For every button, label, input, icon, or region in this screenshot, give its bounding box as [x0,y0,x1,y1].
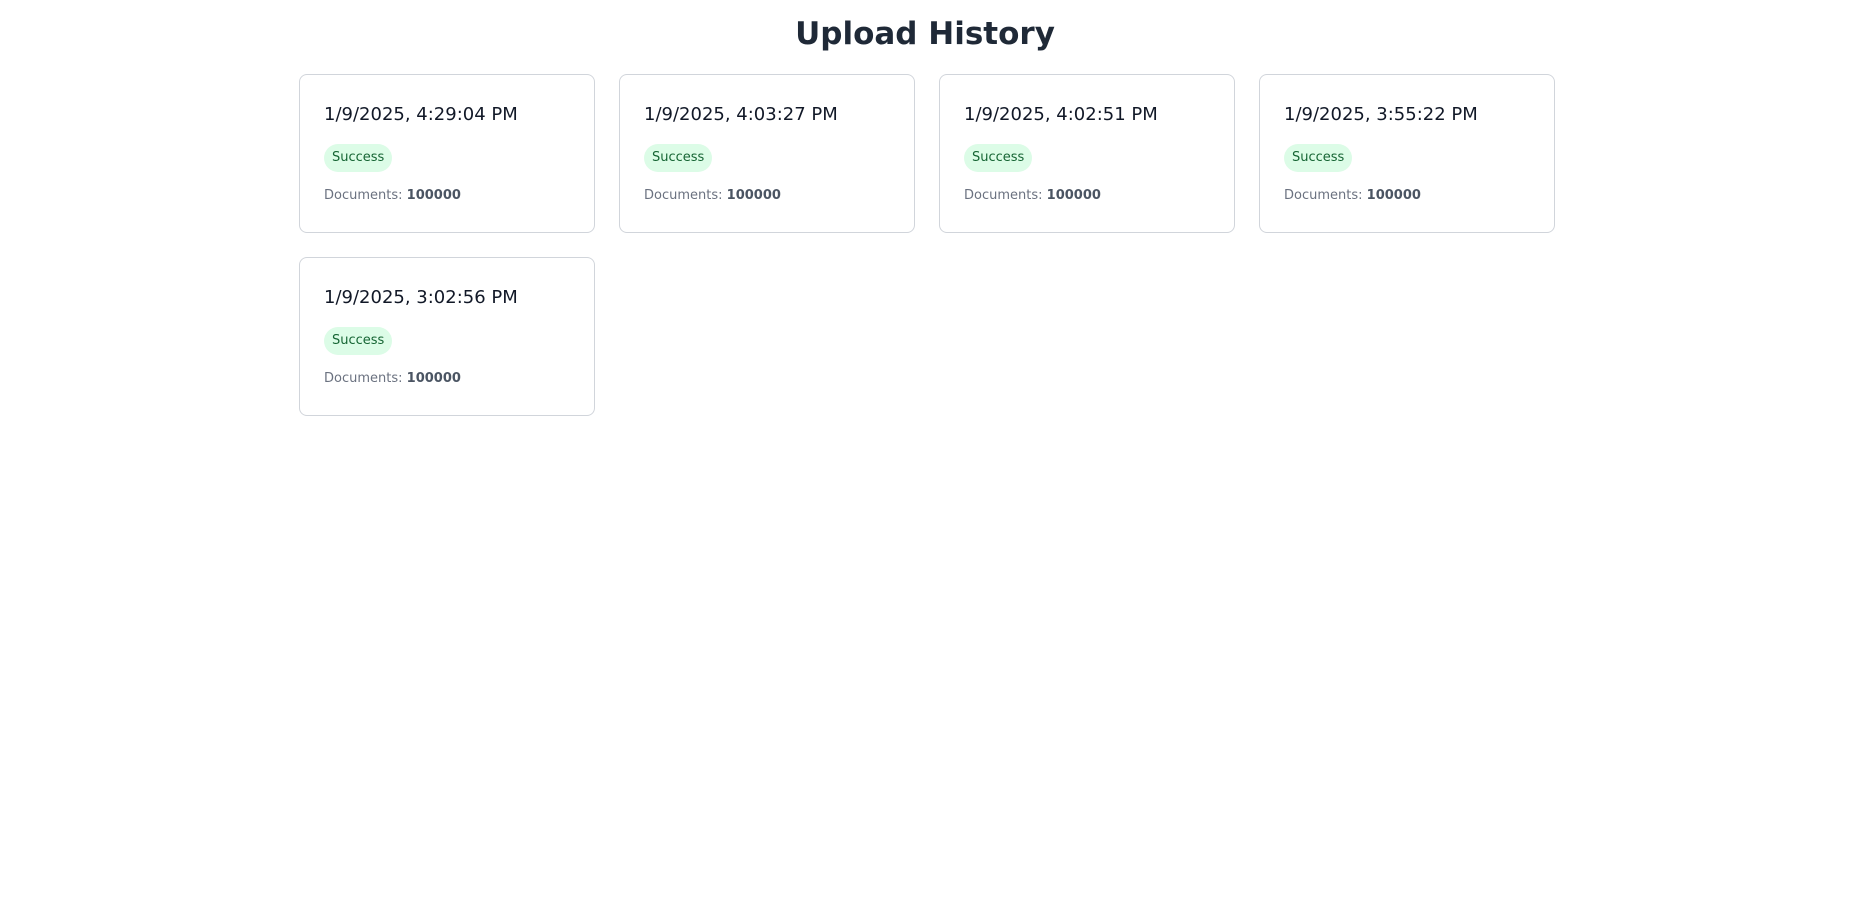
documents-label: Documents: [644,188,723,203]
documents-count: 100000 [406,371,461,386]
documents-count: 100000 [1366,188,1421,203]
upload-card[interactable]: 1/9/2025, 3:02:56 PM Success Documents: … [299,257,595,416]
documents-line: Documents: 100000 [1284,187,1421,205]
upload-timestamp: 1/9/2025, 4:03:27 PM [644,104,838,125]
upload-card[interactable]: 1/9/2025, 4:03:27 PM Success Documents: … [619,74,915,233]
documents-label: Documents: [964,188,1043,203]
status-badge: Success [324,327,393,355]
upload-timestamp: 1/9/2025, 3:55:22 PM [1284,104,1478,125]
upload-timestamp: 1/9/2025, 4:02:51 PM [964,104,1158,125]
upload-card[interactable]: 1/9/2025, 3:55:22 PM Success Documents: … [1259,74,1555,233]
status-badge: Success [964,144,1033,172]
page-title: Upload History [795,16,1055,52]
status-badge: Success [1284,144,1353,172]
status-badge: Success [644,144,713,172]
upload-card-grid: 1/9/2025, 4:29:04 PM Success Documents: … [299,74,1555,416]
documents-count: 100000 [1046,188,1101,203]
documents-label: Documents: [1284,188,1363,203]
documents-line: Documents: 100000 [964,187,1101,205]
documents-line: Documents: 100000 [644,187,781,205]
upload-timestamp: 1/9/2025, 4:29:04 PM [324,104,518,125]
upload-history-page: Upload History 1/9/2025, 4:29:04 PM Succ… [0,0,1850,898]
documents-line: Documents: 100000 [324,187,461,205]
documents-line: Documents: 100000 [324,370,461,388]
upload-timestamp: 1/9/2025, 3:02:56 PM [324,287,518,308]
documents-label: Documents: [324,371,403,386]
documents-count: 100000 [406,188,461,203]
documents-count: 100000 [726,188,781,203]
upload-card[interactable]: 1/9/2025, 4:29:04 PM Success Documents: … [299,74,595,233]
status-badge: Success [324,144,393,172]
documents-label: Documents: [324,188,403,203]
upload-card[interactable]: 1/9/2025, 4:02:51 PM Success Documents: … [939,74,1235,233]
